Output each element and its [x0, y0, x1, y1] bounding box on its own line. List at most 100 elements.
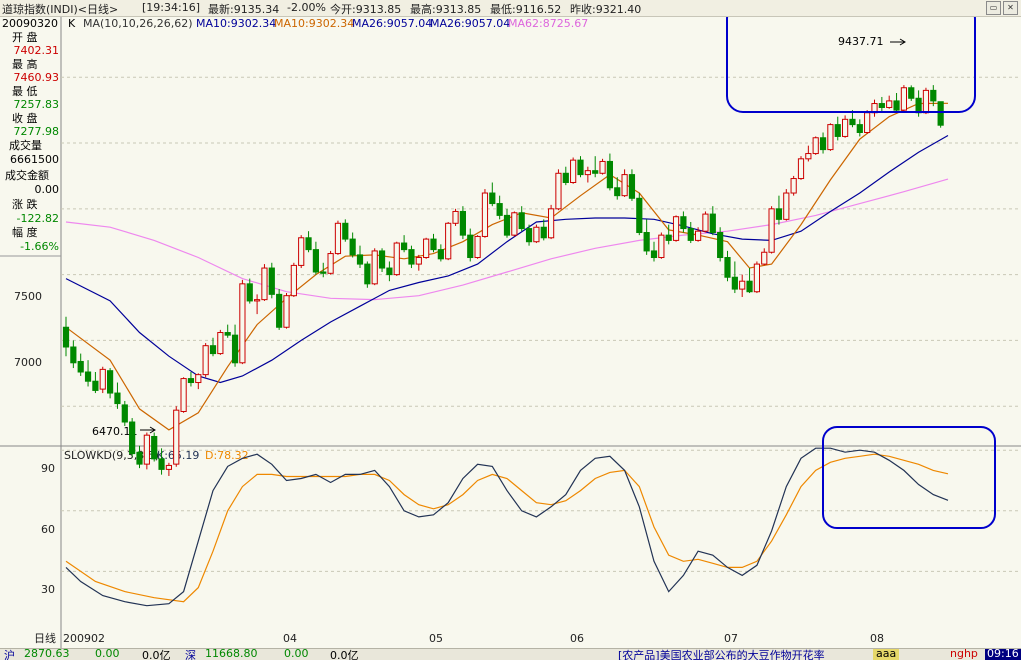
brand-logo: nghp — [950, 648, 978, 660]
candle-body — [650, 250, 658, 259]
candle-body — [151, 435, 158, 460]
candle-body — [834, 124, 841, 137]
candle-body — [599, 160, 606, 174]
candle-body — [643, 232, 650, 252]
candle-body — [180, 378, 187, 412]
candle-body — [562, 172, 569, 183]
candle-body — [217, 332, 224, 355]
candle-body — [92, 380, 99, 391]
candle-body — [753, 263, 760, 293]
info-value-high: 7460.93 — [14, 71, 60, 84]
candle-body — [695, 230, 702, 241]
candle-body — [173, 409, 180, 465]
candle-body — [518, 212, 525, 230]
restore-icon[interactable]: ▭ — [986, 1, 1001, 15]
candle-body — [658, 234, 665, 259]
candle-body — [805, 153, 812, 160]
x-axis-month-07: 07 — [724, 632, 738, 645]
candle-body — [62, 326, 70, 348]
candle-body — [739, 280, 746, 290]
highlight-box-kd — [822, 426, 996, 529]
clock: 09:16 — [985, 648, 1021, 660]
candle-body — [937, 101, 944, 126]
candle-body — [356, 254, 364, 265]
candle-body — [900, 87, 907, 111]
info-value-amount: 0.00 — [35, 183, 60, 196]
info-label-close: 收 盘 — [12, 111, 38, 125]
candle-body — [746, 280, 753, 293]
candle-body — [121, 404, 128, 423]
ma26-line — [65, 134, 949, 384]
candle-body — [437, 249, 444, 260]
sz-value: 11668.80 — [205, 648, 258, 660]
x-axis-month-08: 08 — [870, 632, 884, 645]
chart-title: 道琼指数(INDI)<日线> — [2, 3, 119, 16]
candle-body — [386, 267, 393, 276]
candle-body — [364, 263, 371, 285]
legend-ma10-b: MA10:9302.34 — [274, 17, 354, 30]
candle-body — [886, 100, 893, 108]
candle-body — [614, 187, 621, 197]
candle-body — [474, 235, 481, 259]
latest-price: 最新:9135.34 — [208, 3, 280, 16]
candle-body — [893, 100, 900, 111]
candle-body — [878, 103, 885, 108]
sz-change: 0.00 — [284, 648, 309, 660]
candle-body — [628, 174, 636, 199]
candle-body — [724, 257, 731, 278]
candle-body — [305, 237, 312, 251]
title-bar: 道琼指数(INDI)<日线> [19:34:16] 最新:9135.34 -2.… — [0, 0, 1021, 17]
legend-ma-params: MA(10,10,26,26,62) — [83, 17, 193, 30]
candle-body — [268, 267, 275, 295]
news-ticker[interactable]: [农产品]美国农业部公布的大豆作物开花率 — [618, 649, 825, 660]
info-label-low: 最 低 — [12, 85, 38, 98]
candle-body — [533, 226, 540, 243]
candle-body — [290, 264, 297, 297]
candle-body — [783, 192, 790, 220]
candle-body — [158, 458, 165, 470]
legend-ma62: MA62:8725.67 — [508, 17, 588, 30]
candle-body — [276, 293, 283, 328]
candle-body — [445, 222, 452, 260]
candle-body — [254, 299, 261, 302]
candle-body — [680, 216, 687, 230]
candle-body — [797, 158, 805, 180]
info-label-change: 涨 跌 — [12, 197, 38, 211]
candle-body — [423, 238, 430, 259]
info-label-amount: 成交金额 — [5, 168, 49, 182]
kd-tick-60: 60 — [41, 523, 55, 536]
candle-body — [584, 170, 591, 176]
candle-body — [819, 137, 827, 151]
kd-k-line — [65, 447, 949, 607]
candle-body — [812, 137, 819, 155]
candle-body — [548, 208, 555, 239]
candle-body — [378, 250, 386, 269]
user-badge: aaa — [873, 649, 900, 660]
kd-tick-90: 90 — [41, 462, 55, 475]
candle-body — [709, 213, 716, 234]
sh-label: 沪 — [4, 649, 15, 660]
high-price: 最高:9313.85 — [410, 3, 482, 16]
kd-d-value: D:78.32 — [205, 449, 249, 462]
info-value-low: 7257.83 — [14, 98, 60, 111]
candle-body — [555, 172, 562, 210]
info-value-volume: 6661500 — [10, 153, 59, 166]
candle-body — [790, 178, 797, 194]
candle-body — [283, 295, 290, 328]
candle-body — [665, 234, 672, 241]
ma62-line — [65, 178, 949, 301]
info-value-close: 7277.98 — [14, 125, 60, 138]
info-value-change: -122.82 — [17, 212, 59, 225]
candle-body — [70, 346, 77, 364]
legend-k: K — [68, 17, 76, 30]
candle-body — [775, 208, 783, 220]
legend-ma26-a: MA26:9057.04 — [352, 17, 432, 30]
candle-body — [231, 334, 239, 364]
candle-body — [702, 213, 709, 232]
candle-body — [621, 174, 628, 197]
close-icon[interactable]: ✕ — [1003, 1, 1018, 15]
candle-body — [298, 237, 305, 266]
candle-body — [165, 464, 173, 470]
candle-body — [415, 257, 422, 265]
open-price: 今开:9313.85 — [330, 3, 402, 16]
